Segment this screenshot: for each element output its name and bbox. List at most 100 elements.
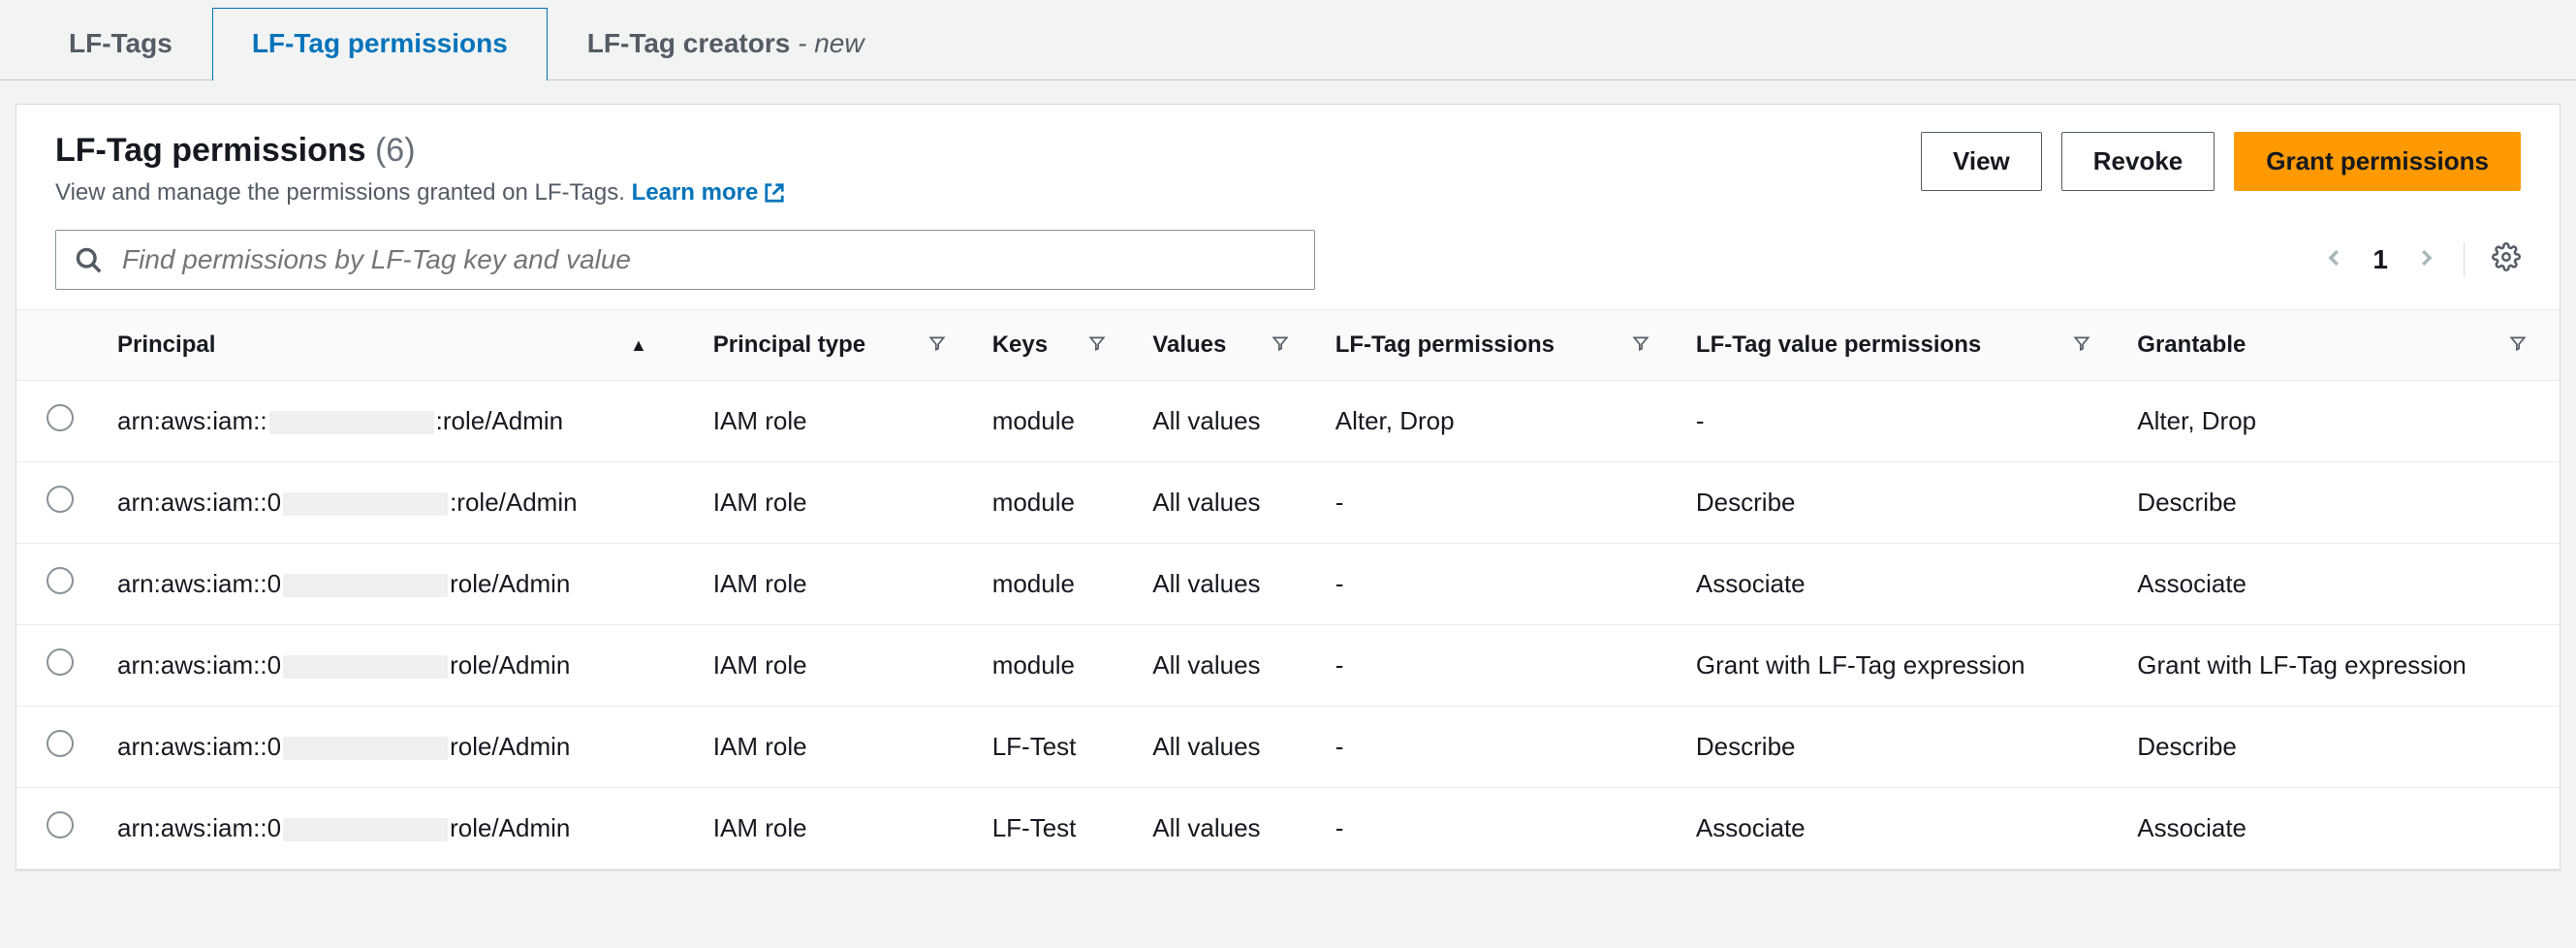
row-radio[interactable] xyxy=(47,730,74,757)
column-principal[interactable]: Principal ▲ xyxy=(104,310,700,381)
redacted-account-id xyxy=(283,737,448,760)
column-select xyxy=(16,310,104,381)
cell-principal-type: IAM role xyxy=(700,625,979,707)
row-radio[interactable] xyxy=(47,486,74,513)
redacted-account-id xyxy=(283,655,448,679)
table-row[interactable]: arn:aws:iam:::role/AdminIAM rolemoduleAl… xyxy=(16,381,2560,462)
next-page-button[interactable] xyxy=(2415,244,2436,275)
cell-lf-tag-value-permissions: Associate xyxy=(1682,544,2123,625)
panel: LF-Tag permissions (6) View and manage t… xyxy=(16,104,2560,870)
settings-button[interactable] xyxy=(2492,242,2521,278)
cell-lf-tag-value-permissions: - xyxy=(1682,381,2123,462)
filter-icon xyxy=(2509,332,2527,359)
cell-values: All values xyxy=(1139,707,1321,788)
cell-grantable: Alter, Drop xyxy=(2123,381,2560,462)
cell-grantable: Grant with LF-Tag expression xyxy=(2123,625,2560,707)
cell-keys: LF-Test xyxy=(979,788,1140,869)
cell-principal-type: IAM role xyxy=(700,462,979,544)
cell-values: All values xyxy=(1139,462,1321,544)
row-radio[interactable] xyxy=(47,567,74,594)
table-row[interactable]: arn:aws:iam::0:role/AdminIAM rolemoduleA… xyxy=(16,462,2560,544)
page-number: 1 xyxy=(2372,244,2388,275)
cell-keys: module xyxy=(979,462,1140,544)
column-label: Grantable xyxy=(2137,332,2246,359)
cell-lf-tag-permissions: - xyxy=(1322,544,1682,625)
cell-principal: arn:aws:iam::0role/Admin xyxy=(104,707,700,788)
cell-lf-tag-permissions: Alter, Drop xyxy=(1322,381,1682,462)
cell-values: All values xyxy=(1139,625,1321,707)
column-label: Keys xyxy=(992,332,1048,359)
cell-principal-type: IAM role xyxy=(700,707,979,788)
tab-lf-tag-permissions[interactable]: LF-Tag permissions xyxy=(212,8,548,80)
cell-lf-tag-value-permissions: Associate xyxy=(1682,788,2123,869)
cell-keys: LF-Test xyxy=(979,707,1140,788)
cell-grantable: Associate xyxy=(2123,788,2560,869)
search-input[interactable] xyxy=(55,230,1315,290)
column-label: LF-Tag value permissions xyxy=(1696,332,1981,359)
table-row[interactable]: arn:aws:iam::0role/AdminIAM roleLF-TestA… xyxy=(16,707,2560,788)
cell-keys: module xyxy=(979,381,1140,462)
gear-icon xyxy=(2492,242,2521,271)
redacted-account-id xyxy=(283,818,448,841)
cell-principal: arn:aws:iam:::role/Admin xyxy=(104,381,700,462)
cell-principal: arn:aws:iam::0:role/Admin xyxy=(104,462,700,544)
column-keys[interactable]: Keys xyxy=(979,310,1140,381)
cell-principal-type: IAM role xyxy=(700,544,979,625)
cell-lf-tag-permissions: - xyxy=(1322,462,1682,544)
tab-label: LF-Tag permissions xyxy=(252,28,508,58)
view-button[interactable]: View xyxy=(1921,132,2042,191)
cell-principal-type: IAM role xyxy=(700,788,979,869)
redacted-account-id xyxy=(283,574,448,597)
cell-values: All values xyxy=(1139,544,1321,625)
cell-lf-tag-value-permissions: Describe xyxy=(1682,707,2123,788)
filter-icon xyxy=(1088,332,1106,359)
column-label: LF-Tag permissions xyxy=(1335,332,1555,359)
cell-lf-tag-permissions: - xyxy=(1322,707,1682,788)
cell-principal: arn:aws:iam::0role/Admin xyxy=(104,788,700,869)
column-grantable[interactable]: Grantable xyxy=(2123,310,2560,381)
prev-page-button[interactable] xyxy=(2324,244,2345,275)
row-radio[interactable] xyxy=(47,404,74,431)
cell-keys: module xyxy=(979,544,1140,625)
table-row[interactable]: arn:aws:iam::0role/AdminIAM rolemoduleAl… xyxy=(16,625,2560,707)
table-row[interactable]: arn:aws:iam::0role/AdminIAM rolemoduleAl… xyxy=(16,544,2560,625)
column-principal-type[interactable]: Principal type xyxy=(700,310,979,381)
revoke-button[interactable]: Revoke xyxy=(2061,132,2215,191)
filter-icon xyxy=(2073,332,2090,359)
column-label: Principal type xyxy=(713,332,865,359)
table-row[interactable]: arn:aws:iam::0role/AdminIAM roleLF-Test A… xyxy=(16,788,2560,869)
column-lf-tag-permissions[interactable]: LF-Tag permissions xyxy=(1322,310,1682,381)
tab-label: LF-Tags xyxy=(69,28,173,58)
filter-icon xyxy=(1632,332,1649,359)
row-radio[interactable] xyxy=(47,648,74,676)
page-title: LF-Tag permissions xyxy=(55,132,366,169)
column-values[interactable]: Values xyxy=(1139,310,1321,381)
row-radio[interactable] xyxy=(47,811,74,838)
cell-keys: module xyxy=(979,625,1140,707)
redacted-account-id xyxy=(283,492,448,516)
tabs: LF-Tags LF-Tag permissions LF-Tag creato… xyxy=(0,0,2576,80)
learn-more-label: Learn more xyxy=(632,179,759,206)
cell-lf-tag-value-permissions: Grant with LF-Tag expression xyxy=(1682,625,2123,707)
tab-new-suffix: - new xyxy=(790,28,864,58)
cell-principal: arn:aws:iam::0role/Admin xyxy=(104,625,700,707)
cell-principal-type: IAM role xyxy=(700,381,979,462)
cell-lf-tag-permissions: - xyxy=(1322,788,1682,869)
cell-grantable: Describe xyxy=(2123,462,2560,544)
external-link-icon xyxy=(764,182,785,204)
cell-grantable: Associate xyxy=(2123,544,2560,625)
learn-more-link[interactable]: Learn more xyxy=(632,179,786,206)
cell-values: All values xyxy=(1139,381,1321,462)
sort-ascending-icon: ▲ xyxy=(630,335,647,356)
grant-permissions-button[interactable]: Grant permissions xyxy=(2234,132,2521,191)
permissions-table: Principal ▲ Principal type Keys Values xyxy=(16,309,2560,869)
tab-lf-tags[interactable]: LF-Tags xyxy=(29,8,212,80)
column-lf-tag-value-permissions[interactable]: LF-Tag value permissions xyxy=(1682,310,2123,381)
tab-lf-tag-creators[interactable]: LF-Tag creators - new xyxy=(548,8,904,80)
cell-lf-tag-value-permissions: Describe xyxy=(1682,462,2123,544)
filter-icon xyxy=(1272,332,1289,359)
search-icon xyxy=(75,246,102,273)
filter-icon xyxy=(928,332,946,359)
tab-label: LF-Tag creators xyxy=(587,28,791,58)
item-count: (6) xyxy=(375,132,416,169)
